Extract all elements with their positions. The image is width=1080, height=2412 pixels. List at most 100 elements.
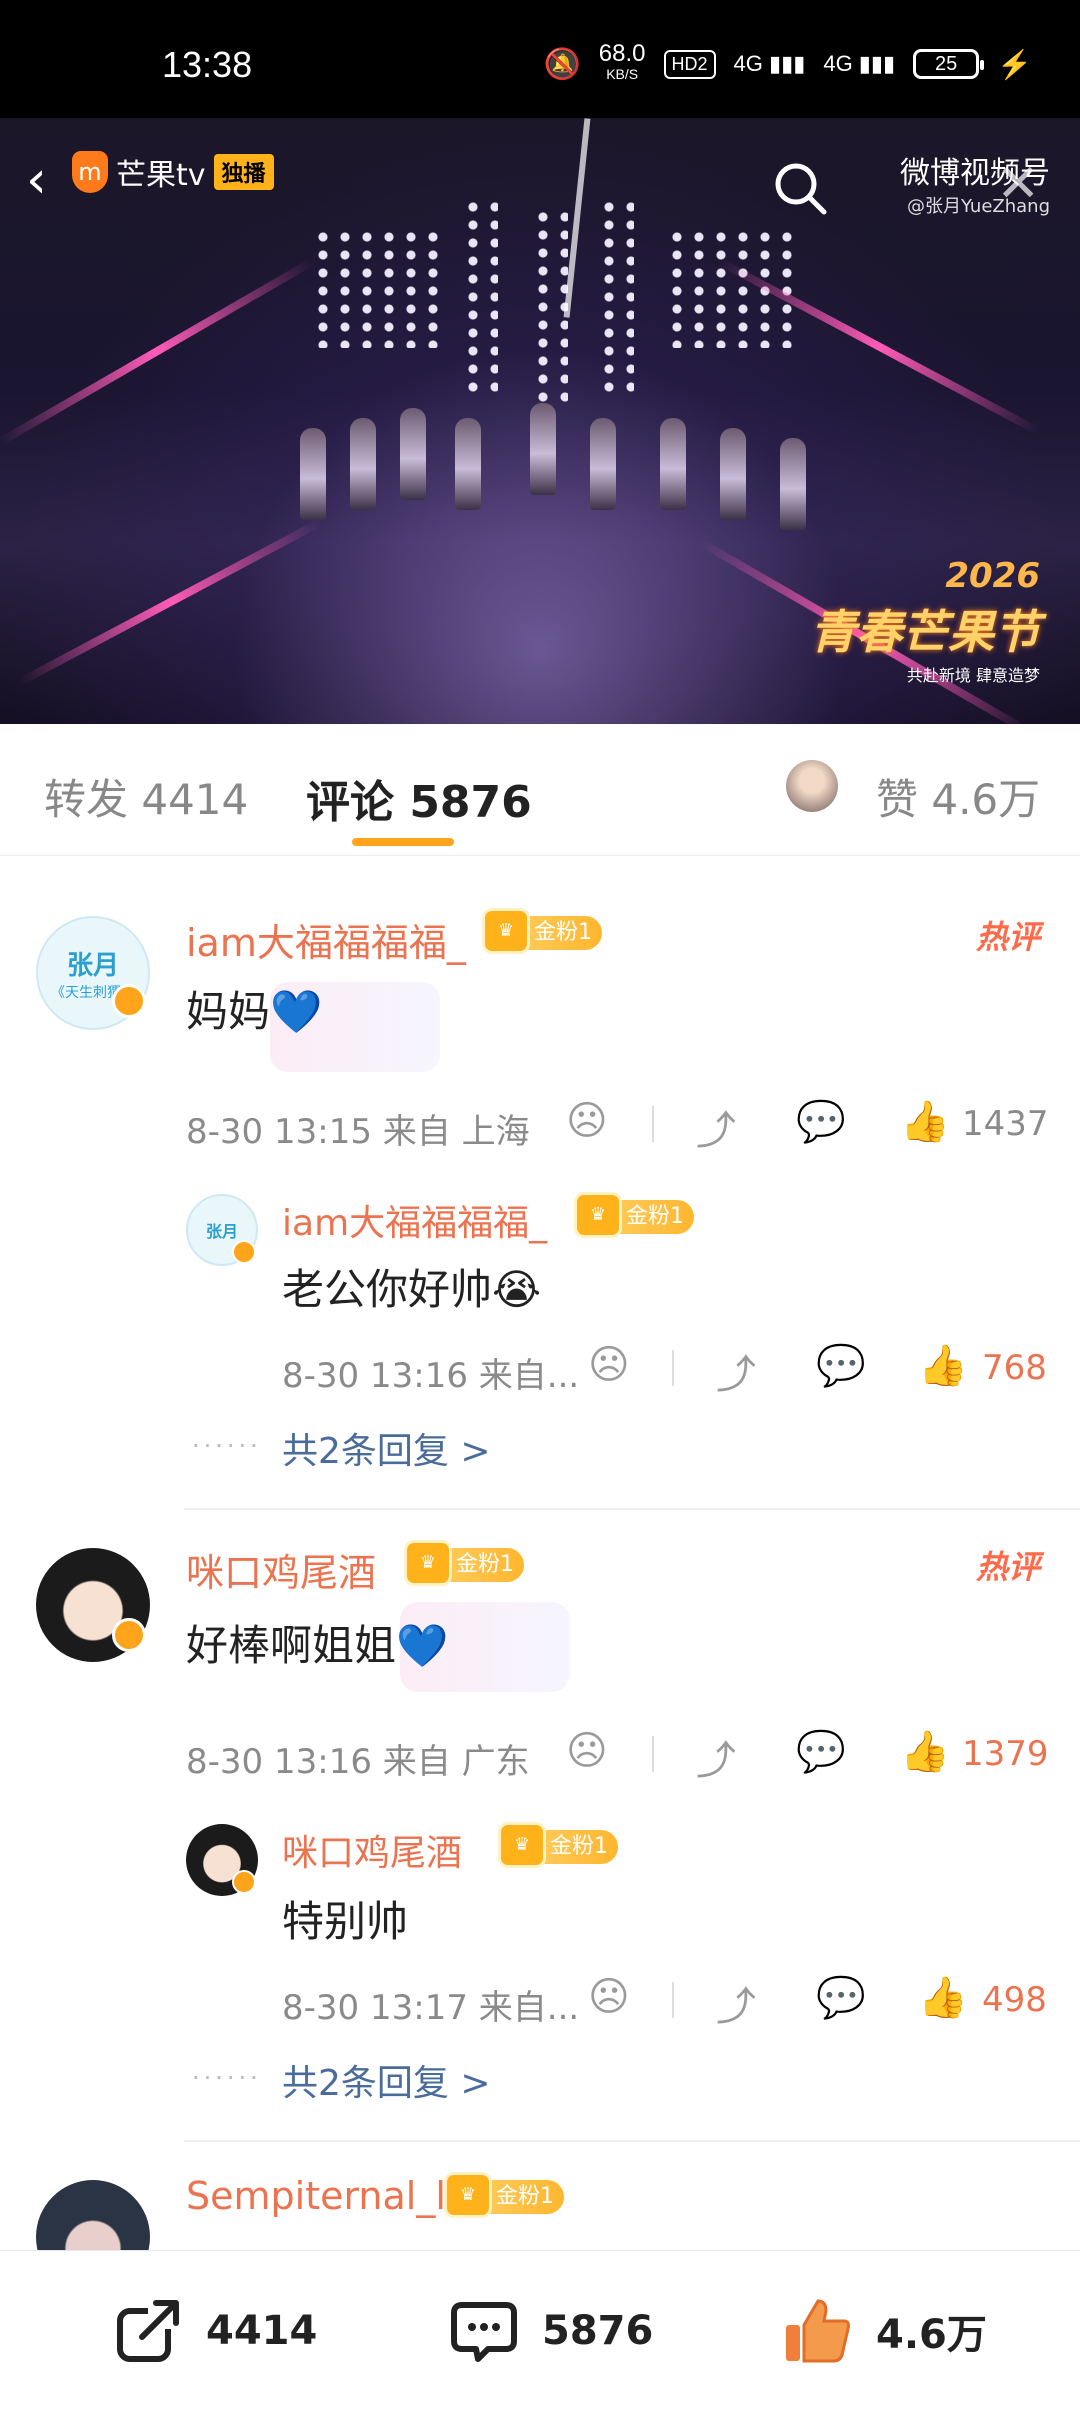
comment-time-location: 8-30 13:15 来自 上海 xyxy=(186,1112,530,1152)
comment-item: 张月 《天生刺猬》 iam大福福福福_ ♛ 金粉1 热评 妈妈💙 8-30 13… xyxy=(0,872,1080,1512)
signal-icon-sim1: 4G ▮▮▮ xyxy=(733,51,806,76)
liker-avatar[interactable] xyxy=(786,760,838,812)
dancer-figure xyxy=(300,428,326,520)
share-icon[interactable]: ⤴ xyxy=(696,1728,736,1786)
neon-line xyxy=(18,518,323,686)
battery-icon: 25 xyxy=(913,49,985,79)
stage-light-panel xyxy=(462,198,498,398)
mango-tv-logo: m 芒果tv 独播 xyxy=(72,150,274,194)
status-bar: 13:38 🔕 68.0 KB/S HD2 4G ▮▮▮ 4G ▮▮▮ 25 ⚡ xyxy=(0,0,1080,118)
charging-icon: ⚡ xyxy=(997,48,1032,80)
comment-time-location: 8-30 13:16 来自 广东 xyxy=(186,1742,530,1782)
divider xyxy=(672,1982,674,2018)
dancer-figure xyxy=(780,438,806,530)
verified-badge-icon xyxy=(232,1240,256,1264)
comment-text: 妈妈💙 xyxy=(186,987,323,1036)
bottom-action-bar: 4414 5876 4.6万 xyxy=(0,2250,1080,2412)
reply-username[interactable]: iam大福福福福_ xyxy=(282,1194,547,1246)
divider xyxy=(652,1106,654,1142)
neon-line xyxy=(0,258,314,446)
share-icon xyxy=(117,2299,182,2362)
comment-count: 5876 xyxy=(542,2308,654,2354)
hot-comment-label: 热评 xyxy=(975,918,1040,956)
like-icon-active[interactable]: 👍 xyxy=(918,1342,968,1389)
like-count: 1379 xyxy=(962,1734,1049,1774)
tab-comments[interactable]: 评论 5876 xyxy=(306,766,532,830)
dancer-figure xyxy=(455,418,481,510)
post-tabs: 转发 4414 评论 5876 赞 4.6万 xyxy=(0,724,1080,856)
more-replies-link[interactable]: 共2条回复 > xyxy=(282,2054,491,2106)
like-count: 498 xyxy=(982,1980,1047,2020)
like-count: 4.6万 xyxy=(876,2312,987,2358)
more-replies-link[interactable]: 共2条回复 > xyxy=(282,1422,491,1474)
repost-button[interactable]: 4414 xyxy=(112,2295,317,2367)
exclusive-badge: 独播 xyxy=(213,154,274,190)
comment-username[interactable]: 咪口鸡尾酒 xyxy=(186,1542,376,1597)
dancer-figure xyxy=(400,408,426,500)
avatar[interactable] xyxy=(36,2180,150,2250)
stage-light-panel xyxy=(598,198,634,398)
thread-dots: ······ xyxy=(192,2064,262,2092)
mute-icon: 🔕 xyxy=(543,47,581,81)
signal-icon-sim2: 4G ▮▮▮ xyxy=(823,51,896,76)
stage-light-panel xyxy=(312,228,440,348)
comment-button[interactable]: 5876 xyxy=(448,2295,653,2367)
comment-item: Sempiternal_l ♛ 金粉1 xyxy=(0,2144,1080,2250)
crown-icon: ♛ xyxy=(498,1822,546,1868)
hd-voice-icon: HD2 xyxy=(663,49,716,79)
tab-likes[interactable]: 赞 4.6万 xyxy=(876,766,1040,827)
verified-badge-icon xyxy=(112,1618,146,1652)
reply-time-location: 8-30 13:16 来自... xyxy=(282,1356,580,1396)
tab-repost[interactable]: 转发 4414 xyxy=(44,766,248,827)
fan-level-badge: ♛ 金粉1 xyxy=(574,1192,694,1238)
dancer-figure xyxy=(660,418,686,510)
divider xyxy=(672,1350,674,1386)
like-icon-active[interactable]: 👍 xyxy=(900,1728,950,1775)
like-icon-active[interactable]: 👍 xyxy=(918,1974,968,2021)
dislike-icon[interactable]: ☹ xyxy=(566,1728,608,1774)
status-icons: 🔕 68.0 KB/S HD2 4G ▮▮▮ 4G ▮▮▮ 25 ⚡ xyxy=(543,40,1032,84)
share-icon[interactable]: ⤴ xyxy=(716,1342,756,1400)
reply-time-location: 8-30 13:17 来自... xyxy=(282,1988,580,2028)
comment-divider xyxy=(184,2140,1080,2142)
reply-icon[interactable]: 💬 xyxy=(796,1098,846,1145)
comment-username[interactable]: Sempiternal_l xyxy=(186,2174,446,2218)
share-icon[interactable]: ⤴ xyxy=(716,1974,756,2032)
network-speed: 68.0 KB/S xyxy=(598,40,646,83)
repost-count: 4414 xyxy=(206,2308,318,2354)
verified-badge-icon xyxy=(232,1870,256,1894)
video-player[interactable]: ‹ m 芒果tv 独播 微博视频号 @张月YueZhang ✕ 2026 青春芒… xyxy=(0,118,1080,724)
stage-light-panel xyxy=(532,208,568,408)
dislike-icon[interactable]: ☹ xyxy=(566,1098,608,1144)
comment-item: 咪口鸡尾酒 ♛ 金粉1 热评 好棒啊姐姐💙 8-30 13:16 来自 广东 ☹… xyxy=(0,1512,1080,2142)
crown-icon: ♛ xyxy=(574,1192,622,1238)
comment-icon xyxy=(451,2302,517,2362)
like-button[interactable]: 4.6万 xyxy=(782,2295,987,2367)
close-icon[interactable]: ✕ xyxy=(996,154,1040,214)
show-logo: 2026 青春芒果节 共赴新境 肆意造梦 xyxy=(810,556,1040,685)
fan-level-badge: ♛ 金粉1 xyxy=(482,908,602,954)
fan-level-badge: ♛ 金粉1 xyxy=(444,2172,564,2218)
crown-icon: ♛ xyxy=(444,2172,492,2218)
crown-icon: ♛ xyxy=(482,908,530,954)
reply-icon[interactable]: 💬 xyxy=(816,1974,866,2021)
like-count: 768 xyxy=(982,1348,1047,1388)
like-count: 1437 xyxy=(962,1104,1049,1144)
hot-comment-label: 热评 xyxy=(975,1548,1040,1586)
reply-icon[interactable]: 💬 xyxy=(816,1342,866,1389)
dancer-figure xyxy=(720,428,746,520)
dancer-figure xyxy=(350,418,376,510)
dislike-icon[interactable]: ☹ xyxy=(588,1974,630,2020)
status-time: 13:38 xyxy=(162,44,253,85)
mango-logo-icon: m xyxy=(72,151,108,193)
reply-username[interactable]: 咪口鸡尾酒 xyxy=(282,1824,462,1876)
dislike-icon[interactable]: ☹ xyxy=(588,1342,630,1388)
dancer-figure xyxy=(590,418,616,510)
like-icon[interactable]: 👍 xyxy=(900,1098,950,1145)
share-icon[interactable]: ⤴ xyxy=(696,1098,736,1156)
search-icon[interactable] xyxy=(770,158,830,218)
reply-icon[interactable]: 💬 xyxy=(796,1728,846,1775)
comment-username[interactable]: iam大福福福福_ xyxy=(186,912,466,967)
back-arrow-icon[interactable]: ‹ xyxy=(26,154,47,206)
fan-level-badge: ♛ 金粉1 xyxy=(498,1822,618,1868)
